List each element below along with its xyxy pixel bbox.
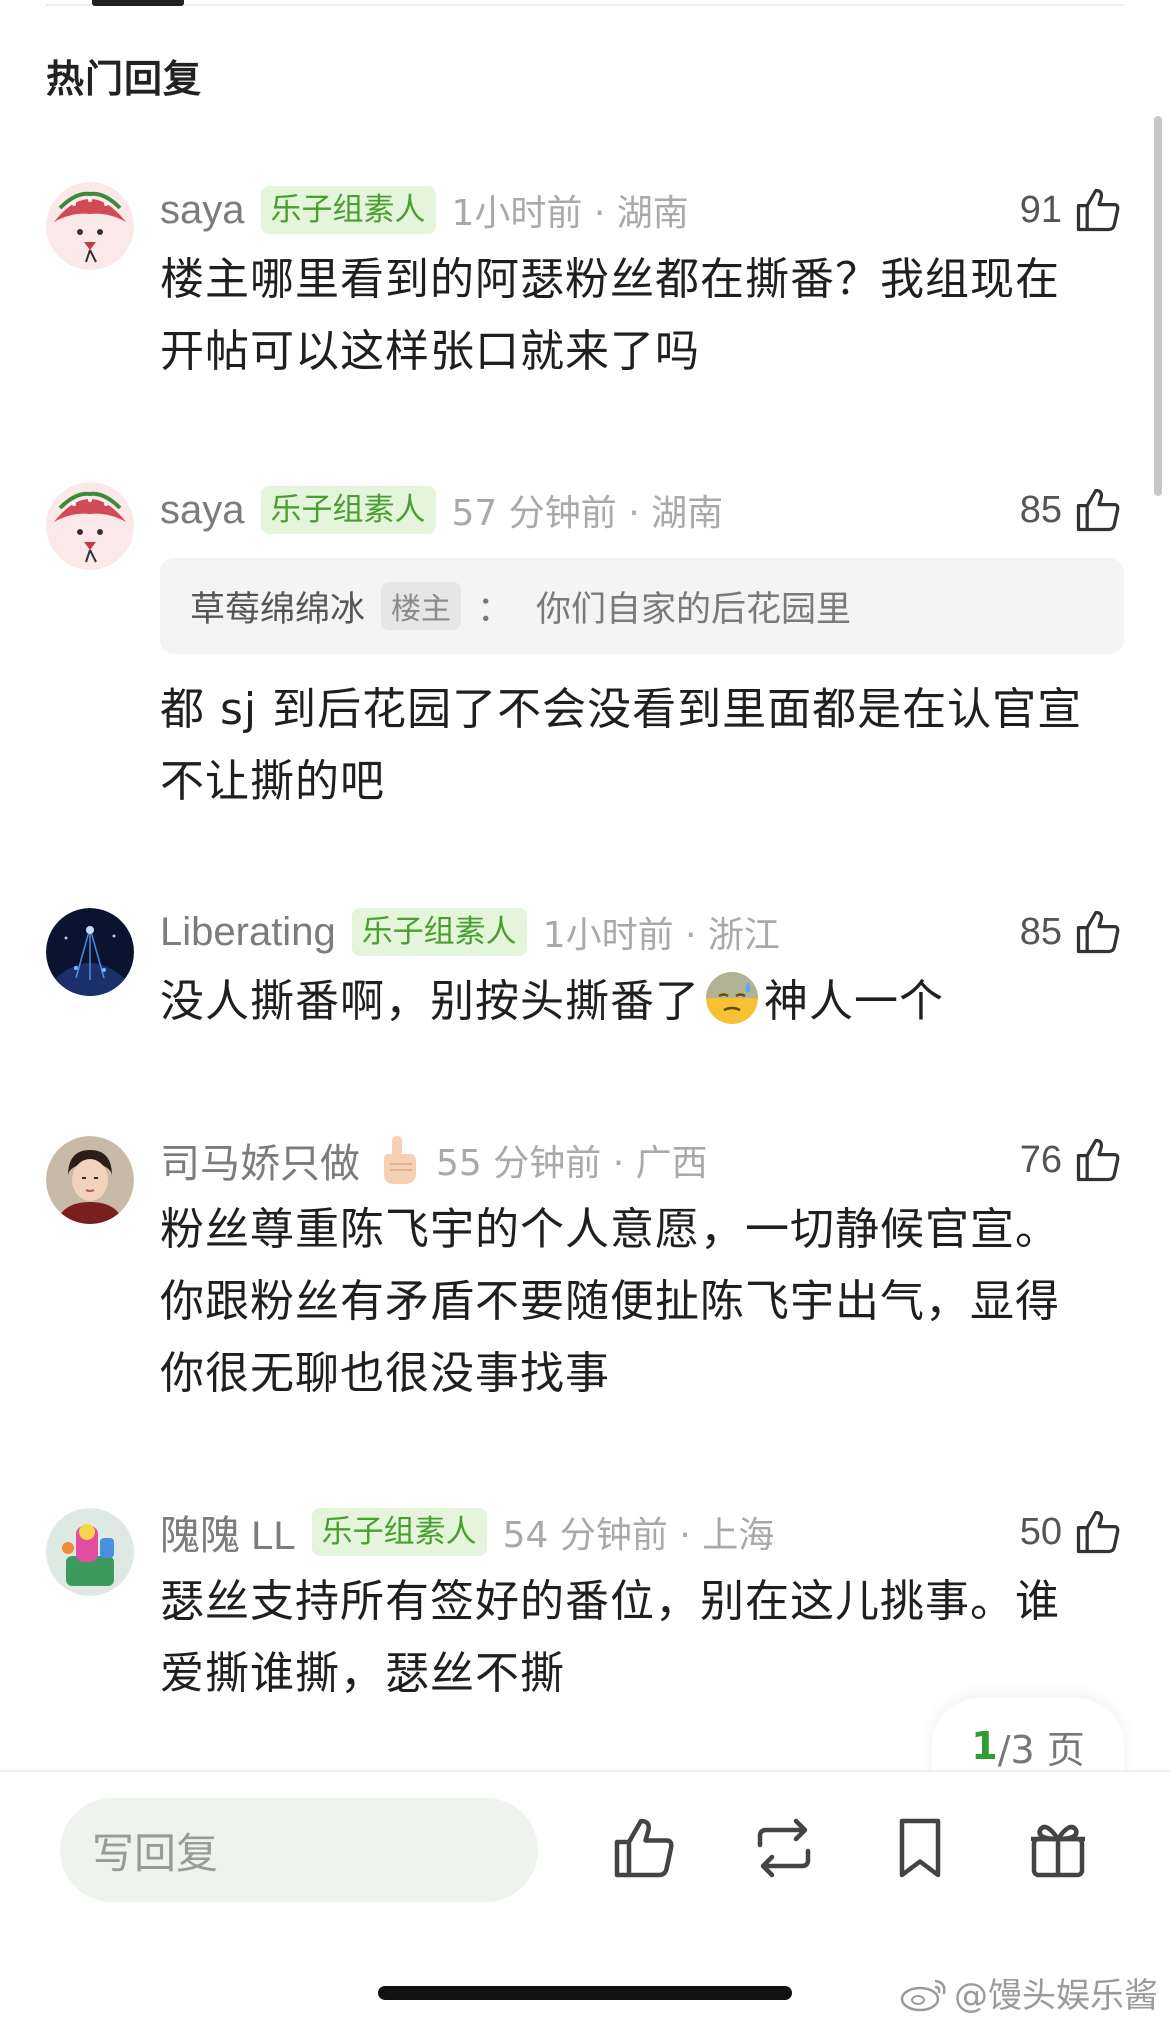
comment-meta: 隗隗 LL 乐子组素人 54 分钟前 · 上海 [160,1502,774,1562]
username[interactable]: saya [160,488,245,533]
weibo-logo-icon [900,1979,946,2011]
downcast-sweat-emoji [706,972,758,1024]
like-button[interactable]: 91 [1020,180,1124,240]
like-count: 85 [1019,910,1062,953]
comment-text: 粉丝尊重陈飞宇的个人意愿，一切静候官宣。你跟粉丝有矛盾不要随便扯陈飞宇出气，显得… [160,1204,1060,1399]
bookmark-icon[interactable] [884,1812,956,1884]
timestamp: 1小时前 · 浙江 [542,915,780,956]
user-badge: 乐子组素人 [260,486,436,534]
username[interactable]: 隗隗 LL [160,1503,296,1561]
quote-separator: ： [477,589,513,630]
thumbs-up-icon [1076,188,1120,232]
username[interactable]: 司马娇只做 [160,1131,360,1189]
gift-icon[interactable] [1022,1812,1094,1884]
comment-text: 楼主哪里看到的阿瑟粉丝都在撕番？我组现在开帖可以这样张口就来了吗 [160,254,1060,377]
repost-icon[interactable] [748,1812,820,1884]
thumbs-up-icon [1076,488,1120,532]
thumbs-up-icon [1076,910,1120,954]
concert-avatar[interactable] [46,908,134,996]
comment-meta: saya 乐子组素人 57 分钟前 · 湖南 [160,480,723,540]
user-badge: 乐子组素人 [311,1508,487,1556]
comment-meta: 司马娇只做 55 分钟前 · 广西 [160,1130,708,1190]
username[interactable]: saya [160,188,245,233]
like-button[interactable]: 50 [1020,1502,1124,1562]
pointing-up-emoji [384,1136,416,1184]
like-count: 50 [1019,1510,1062,1553]
thumbs-up-icon [1076,1510,1120,1554]
quoted-reply[interactable]: 草莓绵绵冰 楼主 ： 你们自家的后花园里 [160,558,1124,654]
user-badge: 乐子组素人 [351,908,527,956]
timestamp: 55 分钟前 · 广西 [436,1143,708,1184]
thumbs-up-icon [1076,1138,1120,1182]
like-button[interactable]: 85 [1020,902,1124,962]
timestamp: 54 分钟前 · 上海 [502,1515,775,1556]
bottom-action-bar: 写回复 @馒头娱乐酱 [0,1770,1170,2022]
watermark: @馒头娱乐酱 [898,1968,1158,2017]
quote-author[interactable]: 草莓绵绵冰 [190,581,365,632]
comment-text: 没人撕番啊，别按头撕番了 神人一个 [160,966,1100,1038]
op-badge: 楼主 [381,582,462,630]
comment-meta: saya 乐子组素人 1小时前 · 湖南 [160,180,689,240]
comment-text-part: 神人一个 [764,976,944,1027]
toy-avatar[interactable] [46,1508,134,1596]
scrollbar[interactable] [1154,116,1162,496]
watermark-text: @馒头娱乐酱 [954,1976,1158,2016]
reply-input[interactable]: 写回复 [60,1798,538,1902]
section-title: 热门回复 [46,57,203,101]
like-count: 85 [1019,488,1062,531]
timestamp: 1小时前 · 湖南 [451,193,689,234]
top-divider [46,4,1124,6]
like-count: 91 [1019,188,1062,231]
comment-meta: Liberating 乐子组素人 1小时前 · 浙江 [160,902,780,962]
like-button[interactable]: 76 [1020,1130,1124,1190]
total-pages: /3 页 [997,1727,1085,1772]
user-badge: 乐子组素人 [260,186,436,234]
quote-text: 你们自家的后花园里 [536,589,852,630]
comment-text-part: 没人撕番啊，别按头撕番了 [160,976,700,1027]
like-button[interactable]: 85 [1020,480,1124,540]
comment-text: 都 sj 到后花园了不会没看到里面都是在认官宣不让撕的吧 [160,684,1083,807]
username[interactable]: Liberating [160,910,336,955]
current-page: 1 [971,1724,998,1768]
strawberry-avatar[interactable] [46,182,134,270]
timestamp: 57 分钟前 · 湖南 [451,493,724,534]
tab-indicator [92,0,184,6]
thumbs-up-icon[interactable] [608,1812,680,1884]
portrait-avatar[interactable] [46,1136,134,1224]
like-count: 76 [1019,1138,1062,1181]
strawberry-avatar[interactable] [46,482,134,570]
home-indicator[interactable] [378,1986,792,2000]
comment-text: 瑟丝支持所有签好的番位，别在这儿挑事。谁爱撕谁撕，瑟丝不撕 [160,1576,1060,1699]
